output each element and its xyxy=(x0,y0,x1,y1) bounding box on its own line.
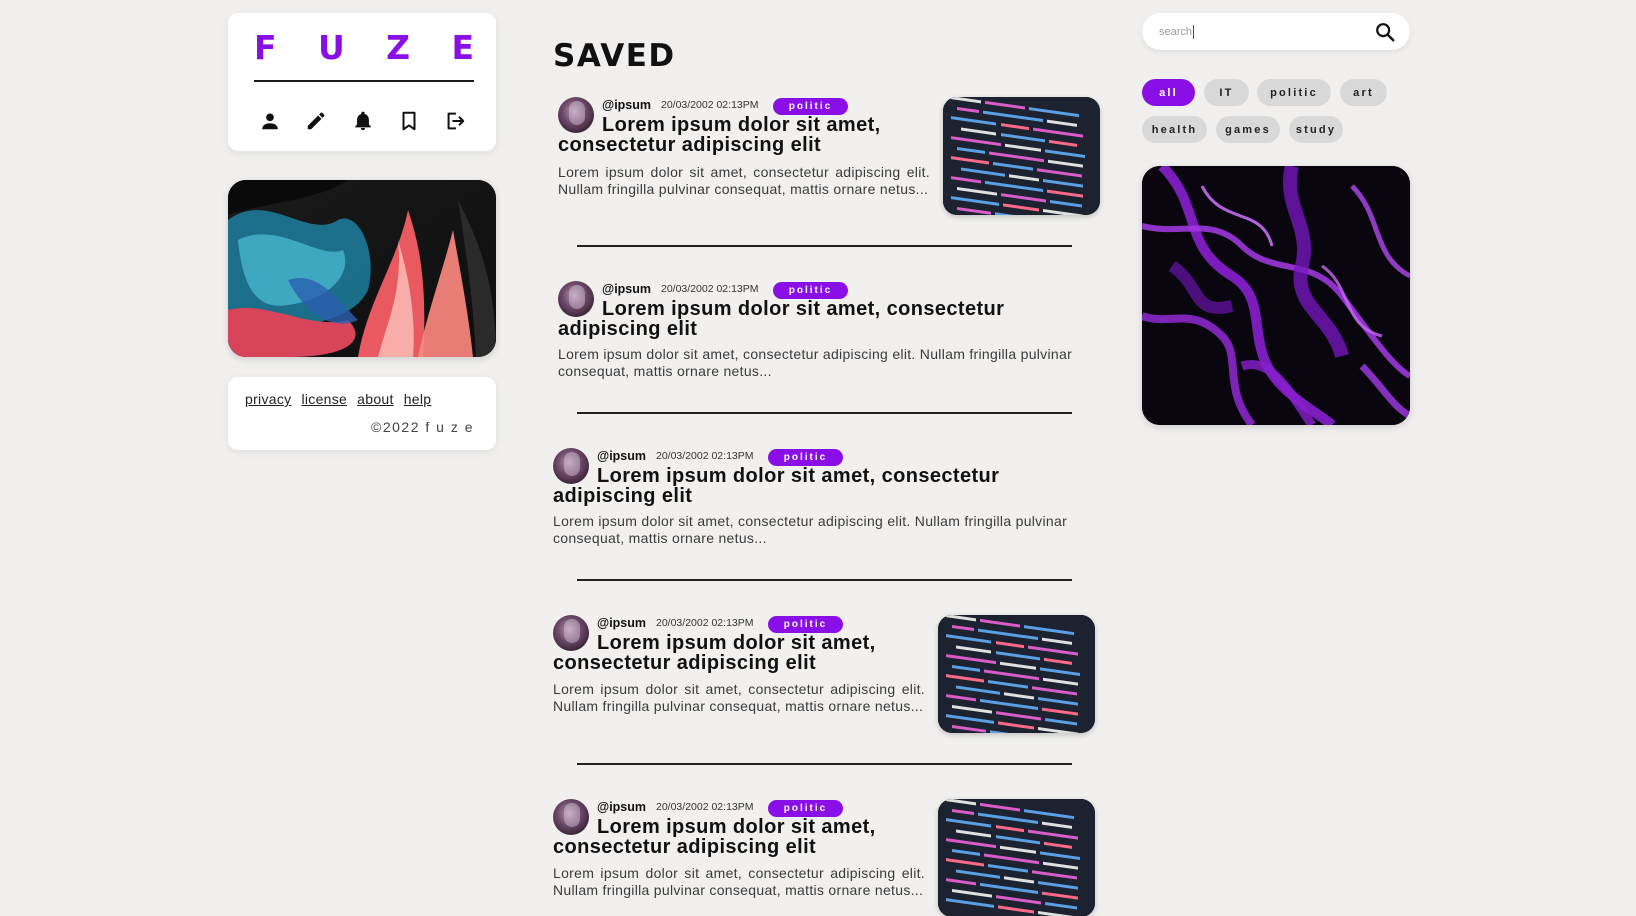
post-date: 20/03/2002 02:13PM xyxy=(661,99,759,111)
privacy-link[interactable]: privacy xyxy=(245,391,291,407)
post-divider xyxy=(577,412,1072,414)
logo-letter: U xyxy=(317,28,345,67)
logo-letter: F xyxy=(254,28,277,67)
post-tag-badge[interactable]: politic xyxy=(768,800,843,817)
tag-it[interactable]: IT xyxy=(1204,79,1249,106)
logo[interactable]: F U Z E xyxy=(254,31,474,64)
sidebar-artwork xyxy=(1142,166,1410,425)
post-date: 20/03/2002 02:13PM xyxy=(656,450,754,462)
post-thumbnail[interactable] xyxy=(938,799,1095,916)
post-title[interactable]: Lorem ipsum dolor sit amet, consectetur … xyxy=(553,633,923,673)
code-image xyxy=(938,799,1095,916)
footer-links: privacy license about help xyxy=(245,391,431,407)
post-title-text: Lorem ipsum dolor sit amet, consectetur … xyxy=(553,816,876,858)
tag-study[interactable]: study xyxy=(1289,116,1343,143)
tag-all[interactable]: all xyxy=(1142,79,1195,106)
post-excerpt: Lorem ipsum dolor sit amet, consectetur … xyxy=(558,164,930,197)
logo-divider xyxy=(254,80,474,82)
post-card[interactable]: @ipsum 20/03/2002 02:13PM politic Lorem … xyxy=(553,615,1095,735)
post-card[interactable]: @ipsum 20/03/2002 02:13PM politic Lorem … xyxy=(553,448,1098,548)
post-title[interactable]: Lorem ipsum dolor sit amet, consectetur … xyxy=(553,817,923,857)
post-divider xyxy=(577,763,1072,765)
post-excerpt: Lorem ipsum dolor sit amet, consectetur … xyxy=(553,681,925,714)
help-link[interactable]: help xyxy=(404,391,432,407)
post-date: 20/03/2002 02:13PM xyxy=(661,283,759,295)
logo-letter: Z xyxy=(386,28,411,67)
search-input[interactable] xyxy=(1159,22,1359,42)
post-thumbnail[interactable] xyxy=(938,615,1095,733)
post-title[interactable]: Lorem ipsum dolor sit amet, consectetur … xyxy=(558,115,928,155)
post-thumbnail[interactable] xyxy=(943,97,1100,215)
post-card[interactable]: @ipsum 20/03/2002 02:13PM politic Lorem … xyxy=(553,799,1095,916)
post-title[interactable]: Lorem ipsum dolor sit amet, consectetur … xyxy=(553,466,1073,506)
post-card[interactable]: @ipsum 20/03/2002 02:13PM politic Lorem … xyxy=(558,281,1100,381)
pencil-icon[interactable] xyxy=(296,101,336,141)
post-title-text: Lorem ipsum dolor sit amet, consectetur … xyxy=(553,632,876,674)
bookmark-icon[interactable] xyxy=(389,101,429,141)
bell-icon[interactable] xyxy=(343,101,383,141)
post-author[interactable]: @ipsum xyxy=(597,800,646,814)
post-author[interactable]: @ipsum xyxy=(597,616,646,630)
footer-card: privacy license about help ©2022 f u z e xyxy=(228,377,496,450)
logout-icon[interactable] xyxy=(435,101,475,141)
post-divider xyxy=(577,579,1072,581)
user-icon[interactable] xyxy=(250,101,290,141)
post-author[interactable]: @ipsum xyxy=(602,282,651,296)
post-excerpt: Lorem ipsum dolor sit amet, consectetur … xyxy=(558,346,1073,379)
copyright: ©2022 f u z e xyxy=(371,419,474,435)
search-icon xyxy=(1376,23,1395,42)
tag-games[interactable]: games xyxy=(1216,116,1280,143)
post-date: 20/03/2002 02:13PM xyxy=(656,617,754,629)
post-tag-badge[interactable]: politic xyxy=(768,449,843,466)
code-image xyxy=(943,97,1100,215)
tag-art[interactable]: art xyxy=(1340,79,1387,106)
post-tag-badge[interactable]: politic xyxy=(773,282,848,299)
post-title-text: Lorem ipsum dolor sit amet, consectetur … xyxy=(558,114,881,156)
post-author[interactable]: @ipsum xyxy=(602,98,651,112)
logo-letter: E xyxy=(451,28,474,67)
post-date: 20/03/2002 02:13PM xyxy=(656,801,754,813)
main-nav xyxy=(250,101,475,141)
post-title[interactable]: Lorem ipsum dolor sit amet, consectetur … xyxy=(558,299,1078,339)
post-excerpt: Lorem ipsum dolor sit amet, consectetur … xyxy=(553,865,925,898)
post-excerpt: Lorem ipsum dolor sit amet, consectetur … xyxy=(553,513,1068,546)
text-cursor xyxy=(1193,25,1194,39)
post-card[interactable]: @ipsum 20/03/2002 02:13PM politic Lorem … xyxy=(558,97,1100,217)
license-link[interactable]: license xyxy=(301,391,347,407)
post-title-text: Lorem ipsum dolor sit amet, consectetur … xyxy=(558,298,1005,340)
brand-card: F U Z E xyxy=(228,13,496,151)
post-tag-badge[interactable]: politic xyxy=(768,616,843,633)
about-link[interactable]: about xyxy=(357,391,394,407)
search-button[interactable] xyxy=(1372,19,1398,45)
code-image xyxy=(938,615,1095,733)
search-bar xyxy=(1142,13,1410,50)
post-title-text: Lorem ipsum dolor sit amet, consectetur … xyxy=(553,465,1000,507)
page-title: SAVED xyxy=(553,38,676,74)
tag-politic[interactable]: politic xyxy=(1257,79,1331,106)
featured-artwork xyxy=(228,180,496,357)
post-divider xyxy=(577,245,1072,247)
post-tag-badge[interactable]: politic xyxy=(773,98,848,115)
tag-health[interactable]: health xyxy=(1142,116,1207,143)
post-author[interactable]: @ipsum xyxy=(597,449,646,463)
